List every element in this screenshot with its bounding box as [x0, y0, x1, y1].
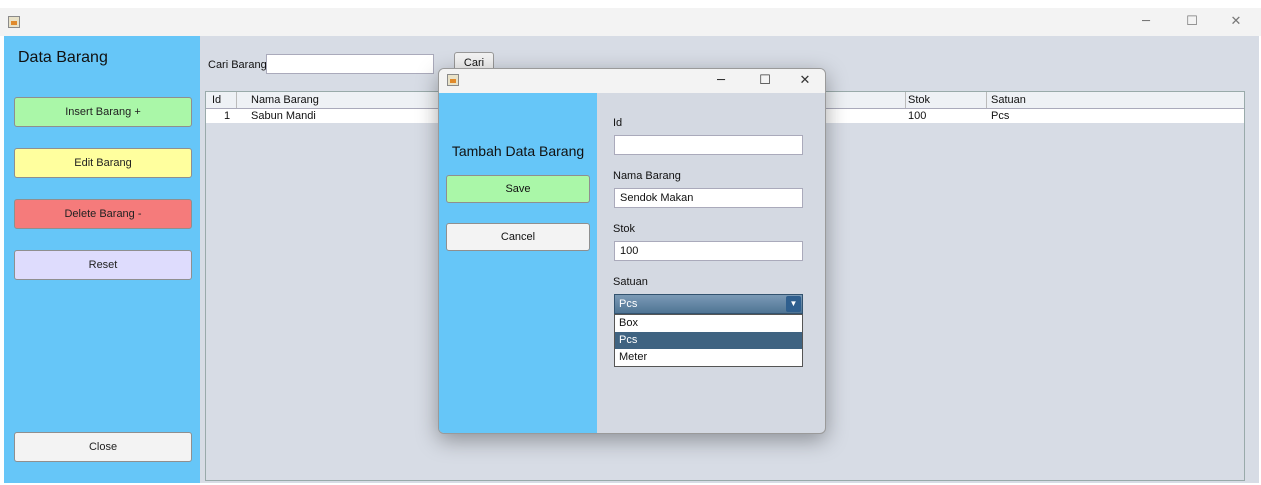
column-header-stok[interactable]: Stok	[908, 94, 930, 106]
cell-nama: Sabun Mandi	[251, 110, 316, 122]
stok-label: Stok	[613, 223, 636, 235]
main-titlebar: ─ ☐ ✕	[0, 8, 1261, 36]
reset-button[interactable]: Reset	[14, 250, 192, 280]
column-header-id[interactable]: Id	[212, 94, 221, 106]
chevron-down-icon[interactable]: ▼	[786, 296, 801, 312]
stok-field[interactable]: 100	[614, 241, 803, 261]
dialog-titlebar: ─ ☐ ✕	[439, 69, 825, 95]
satuan-selected-value: Pcs	[619, 298, 638, 310]
column-header-nama[interactable]: Nama Barang	[251, 94, 319, 106]
java-app-icon	[8, 16, 20, 28]
dialog-minimize-button[interactable]: ─	[701, 69, 741, 95]
cell-id: 1	[224, 110, 231, 122]
cell-satuan: Pcs	[991, 110, 1010, 122]
column-divider	[236, 92, 237, 108]
id-label: Id	[613, 117, 623, 129]
sidebar-title: Data Barang	[18, 49, 108, 66]
satuan-option-pcs[interactable]: Pcs	[615, 332, 802, 349]
column-divider	[905, 92, 906, 108]
nama-barang-field[interactable]: Sendok Makan	[614, 188, 803, 208]
dialog-close-button[interactable]: ✕	[785, 69, 825, 95]
column-header-satuan[interactable]: Satuan	[991, 94, 1026, 106]
close-button[interactable]: Close	[14, 432, 192, 462]
cancel-button[interactable]: Cancel	[446, 223, 590, 251]
satuan-label: Satuan	[613, 276, 648, 288]
dialog-maximize-button[interactable]: ☐	[745, 69, 785, 95]
minimize-button[interactable]: ─	[1123, 8, 1169, 36]
id-field[interactable]	[614, 135, 803, 155]
satuan-select[interactable]: Pcs ▼	[614, 294, 803, 314]
delete-barang-button[interactable]: Delete Barang -	[14, 199, 192, 229]
java-app-icon	[447, 74, 459, 86]
close-window-button[interactable]: ✕	[1213, 8, 1259, 36]
nama-barang-label: Nama Barang	[613, 170, 681, 182]
dialog-heading: Tambah Data Barang	[451, 143, 585, 159]
maximize-button[interactable]: ☐	[1169, 8, 1215, 36]
satuan-dropdown-list: Box Pcs Meter	[614, 314, 803, 367]
tambah-barang-dialog: ─ ☐ ✕ Tambah Data Barang Save Cancel Id …	[438, 68, 826, 434]
search-input[interactable]	[266, 54, 434, 74]
edit-barang-button[interactable]: Edit Barang	[14, 148, 192, 178]
search-label: Cari Barang	[208, 59, 267, 71]
satuan-option-box[interactable]: Box	[615, 315, 802, 332]
sidebar: Data Barang Insert Barang + Edit Barang …	[4, 36, 200, 483]
dialog-left-panel: Tambah Data Barang Save Cancel	[439, 93, 597, 433]
cell-stok: 100	[908, 110, 927, 122]
insert-barang-button[interactable]: Insert Barang +	[14, 97, 192, 127]
column-divider	[986, 92, 987, 108]
satuan-option-meter[interactable]: Meter	[615, 349, 802, 366]
save-button[interactable]: Save	[446, 175, 590, 203]
